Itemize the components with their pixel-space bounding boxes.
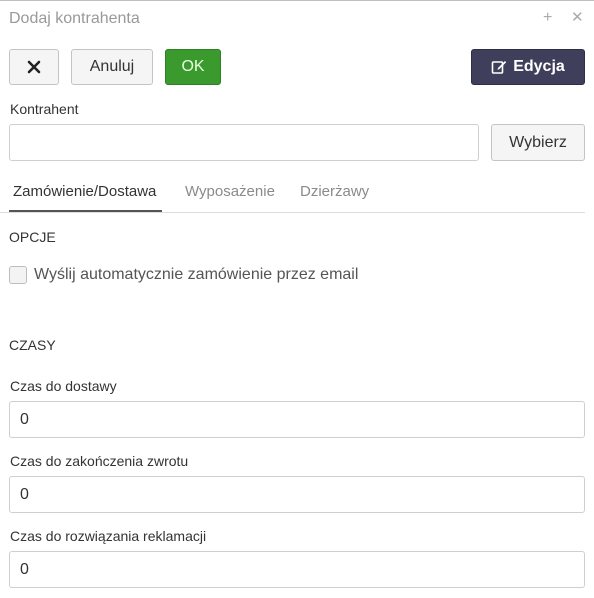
section-heading-czasy: CZASY xyxy=(9,337,56,353)
close-icon[interactable]: ✕ xyxy=(571,9,584,27)
choose-kontrahent-button[interactable]: Wybierz xyxy=(491,124,585,161)
tab-bar: Zamówienie/Dostawa Wyposażenie Dzierżawy xyxy=(0,172,585,213)
complaint-time-input[interactable]: 0 xyxy=(9,551,585,588)
kontrahent-input[interactable] xyxy=(9,124,479,161)
close-button[interactable] xyxy=(9,49,59,85)
auto-email-option[interactable]: Wyślij automatycznie zamówienie przez em… xyxy=(9,266,358,284)
auto-email-label: Wyślij automatycznie zamówienie przez em… xyxy=(34,266,359,283)
tab-zamowienie-dostawa[interactable]: Zamówienie/Dostawa xyxy=(13,183,156,200)
auto-email-checkbox[interactable] xyxy=(9,266,27,284)
cancel-button[interactable]: Anuluj xyxy=(71,49,153,85)
dialog-title: Dodaj kontrahenta xyxy=(9,10,140,27)
maximize-icon[interactable]: + xyxy=(543,9,552,27)
edit-button-label: Edycja xyxy=(513,58,565,75)
return-time-label: Czas do zakończenia zwrotu xyxy=(10,453,189,469)
edit-button[interactable]: Edycja xyxy=(471,49,585,85)
complaint-time-label: Czas do rozwiązania reklamacji xyxy=(10,528,207,544)
kontrahent-label: Kontrahent xyxy=(10,101,79,117)
dialog-titlebar: Dodaj kontrahenta + ✕ xyxy=(0,0,594,40)
delivery-time-label: Czas do dostawy xyxy=(10,378,117,394)
edit-icon xyxy=(491,61,507,74)
tab-wyposazenie[interactable]: Wyposażenie xyxy=(185,183,275,200)
active-tab-indicator xyxy=(9,210,162,212)
tab-dzierzawy[interactable]: Dzierżawy xyxy=(300,183,369,200)
delivery-time-input[interactable]: 0 xyxy=(9,401,585,438)
ok-button[interactable]: OK xyxy=(165,49,221,85)
section-heading-opcje: OPCJE xyxy=(9,229,56,245)
x-icon xyxy=(27,60,41,74)
return-time-input[interactable]: 0 xyxy=(9,476,585,513)
